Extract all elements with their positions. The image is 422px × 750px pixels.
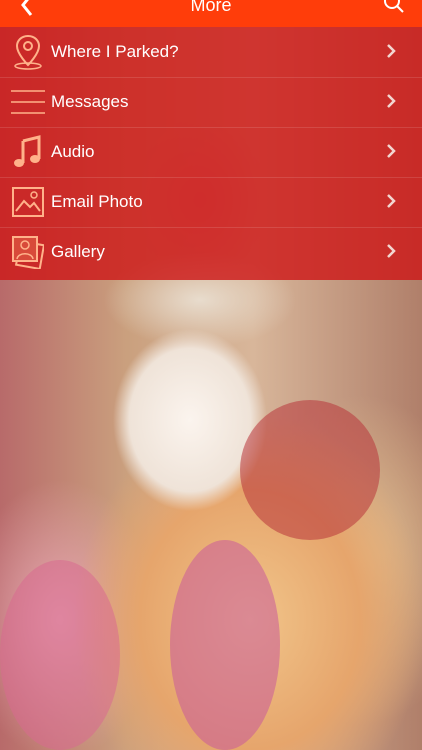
chevron-right-icon — [387, 44, 396, 58]
menu-item-where-i-parked[interactable]: Where I Parked? — [0, 27, 422, 78]
nav-bar: More — [0, 0, 422, 27]
garland-decoration — [170, 540, 280, 750]
menu-item-label: Messages — [51, 92, 129, 111]
search-button[interactable] — [382, 0, 406, 15]
chevron-right-icon — [387, 94, 396, 108]
garland-decoration — [0, 560, 120, 750]
map-pin-icon — [11, 34, 45, 70]
garland-decoration — [240, 400, 380, 540]
chevron-right-icon — [387, 144, 396, 158]
chevron-right-icon — [387, 194, 396, 208]
music-note-icon — [11, 134, 45, 170]
menu-item-audio[interactable]: Audio — [0, 127, 422, 178]
page-title: More — [190, 0, 232, 15]
menu-item-gallery[interactable]: Gallery — [0, 227, 422, 277]
menu-item-label: Where I Parked? — [51, 42, 179, 61]
menu-item-email-photo[interactable]: Email Photo — [0, 177, 422, 228]
search-icon — [384, 0, 404, 13]
menu-item-label: Audio — [51, 142, 95, 161]
gallery-icon — [11, 234, 45, 270]
chevron-right-icon — [387, 244, 396, 258]
menu-item-label: Gallery — [51, 242, 105, 261]
photo-icon — [11, 184, 45, 220]
menu-list: Where I Parked? Messages Audio Email Pho… — [0, 27, 422, 280]
menu-item-label: Email Photo — [51, 192, 143, 211]
menu-item-messages[interactable]: Messages — [0, 77, 422, 128]
lines-icon — [11, 84, 45, 120]
